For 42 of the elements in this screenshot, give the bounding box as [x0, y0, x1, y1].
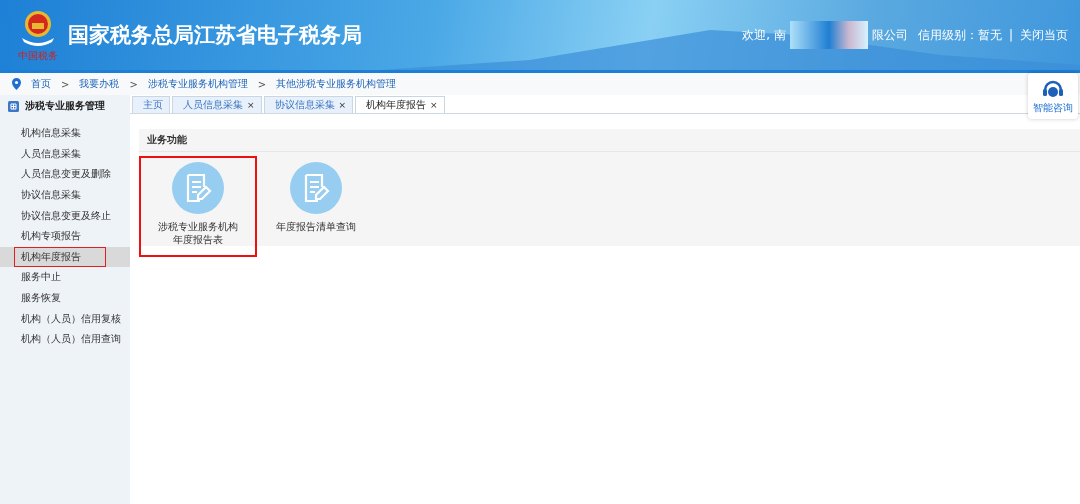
sidebar-item[interactable]: 机构（人员）信用查询 — [14, 329, 126, 350]
welcome-text: 欢迎, 南 — [742, 26, 786, 44]
credit-level-text: 信用级别：暂无 — [917, 26, 1002, 44]
breadcrumb-separator: > — [61, 78, 70, 90]
breadcrumb-separator: > — [129, 78, 138, 90]
company-suffix-text: 限公司 — [871, 26, 908, 44]
breadcrumb-separator: > — [257, 78, 267, 90]
document-edit-icon — [302, 173, 330, 203]
sidebar-item[interactable]: 机构年度报告 — [14, 246, 106, 267]
breadcrumb-link[interactable]: 首页 — [31, 77, 51, 91]
close-icon[interactable]: × — [338, 100, 347, 110]
sidebar-item[interactable]: 协议信息变更及终止 — [14, 205, 116, 226]
sidebar-item[interactable]: 人员信息采集 — [14, 143, 86, 164]
sidebar-item[interactable]: 服务恢复 — [14, 288, 66, 309]
location-pin-icon — [12, 78, 21, 90]
logo-caption: 中国税务 — [18, 48, 58, 63]
assistant-button[interactable]: 智能咨询 — [1028, 73, 1078, 119]
close-icon[interactable]: × — [430, 100, 438, 110]
breadcrumb-link[interactable]: 涉税专业服务机构管理 — [147, 77, 248, 91]
site-title: 国家税务总局江苏省电子税务局 — [68, 22, 362, 49]
sidebar-item[interactable]: 人员信息变更及删除 — [14, 164, 116, 185]
sidebar-item[interactable]: 机构专项报告 — [14, 226, 86, 247]
sidebar-item[interactable]: 机构（人员）信用复核 — [14, 308, 126, 329]
tab[interactable]: 协议信息采集 × — [263, 96, 354, 113]
breadcrumb-link[interactable]: 我要办税 — [79, 77, 120, 91]
card-label: 涉税专业服务机构 年度报告表 — [158, 220, 238, 246]
separator-text: | — [1008, 28, 1013, 42]
card-label: 年度报告清单查询 — [276, 220, 356, 233]
tab[interactable]: 主页 — [132, 96, 170, 113]
panel-title: 业务功能 — [139, 129, 1080, 152]
breadcrumb-link[interactable]: 其他涉税专业服务机构管理 — [276, 77, 397, 91]
tab[interactable]: 机构年度报告 × — [355, 96, 445, 113]
menu-grid-icon — [8, 100, 19, 112]
sidebar-item[interactable]: 协议信息采集 — [14, 185, 86, 206]
close-icon[interactable]: × — [247, 100, 255, 110]
document-edit-icon — [184, 173, 212, 203]
function-card[interactable]: 涉税专业服务机构 年度报告表 — [139, 156, 257, 257]
sidebar-item[interactable]: 机构信息采集 — [14, 123, 86, 144]
sidebar-item[interactable]: 服务中止 — [14, 267, 66, 288]
sidebar-title: 涉税专业服务管理 — [25, 99, 105, 113]
function-card[interactable]: 年度报告清单查询 — [257, 156, 375, 257]
tab[interactable]: 人员信息采集 × — [172, 96, 262, 113]
